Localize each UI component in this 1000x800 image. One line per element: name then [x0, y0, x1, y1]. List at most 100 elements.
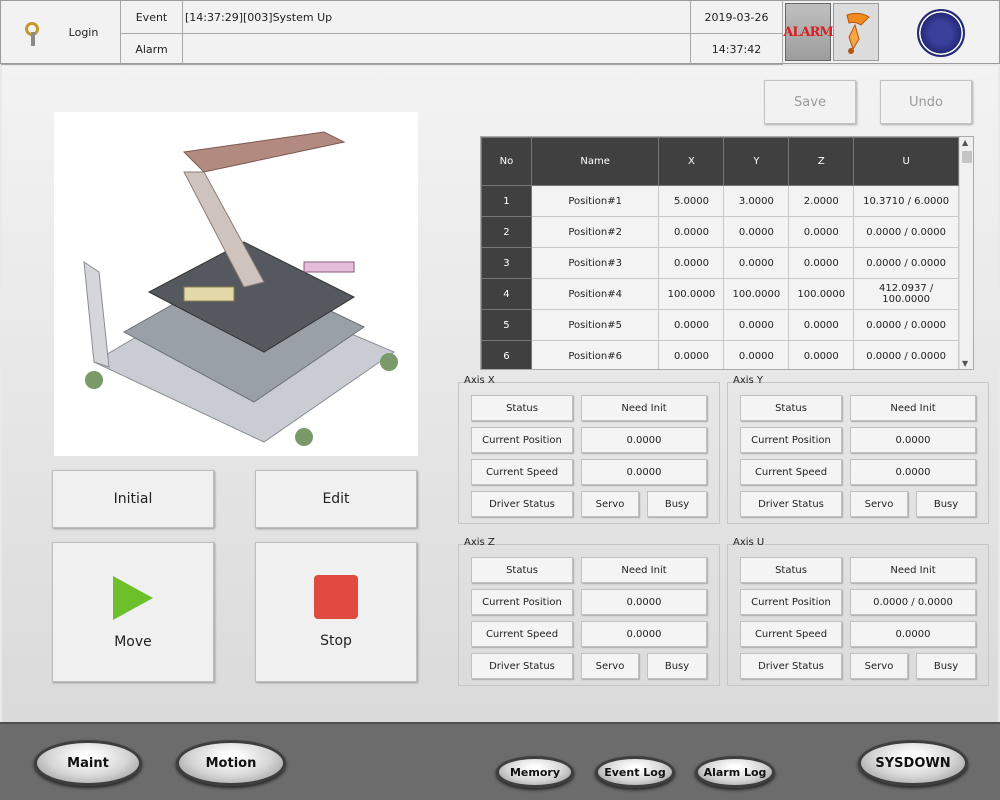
cell-no: 3 [481, 247, 532, 279]
axis-z-position-label: Current Position [471, 589, 573, 615]
cell-x: 0.0000 [658, 216, 725, 248]
alarm-message [183, 34, 691, 65]
cell-no: 1 [481, 185, 532, 217]
cell-no: 2 [481, 216, 532, 248]
axis-u-busy-indicator: Busy [916, 653, 976, 679]
cell-y: 0.0000 [723, 247, 790, 279]
cell-u: 0.0000 / 0.0000 [853, 216, 959, 248]
scroll-up-icon[interactable]: ▲ [962, 138, 968, 147]
axis-y-panel: Axis Y Status Need Init Current Position… [727, 375, 989, 524]
table-row[interactable]: 1 Position#1 5.0000 3.0000 2.0000 10.3710 / 6… [481, 185, 959, 217]
axis-y-status-label: Status [740, 395, 842, 421]
save-button[interactable]: Save [764, 80, 856, 124]
scroll-thumb[interactable] [962, 151, 972, 163]
undo-button[interactable]: Undo [880, 80, 972, 124]
axis-x-status-label: Status [471, 395, 573, 421]
alarm-log-button[interactable]: Alarm Log [695, 756, 775, 788]
event-log-button[interactable]: Event Log [595, 756, 675, 788]
axis-y-title: Axis Y [733, 375, 764, 386]
axis-z-driver-label: Driver Status [471, 653, 573, 679]
cell-u: 0.0000 / 0.0000 [853, 309, 959, 341]
play-icon [113, 576, 153, 620]
header-name: Name [530, 137, 660, 186]
cell-no: 4 [481, 278, 532, 310]
table-header-row: No Name X Y Z U [481, 137, 959, 186]
cell-z: 0.0000 [788, 247, 855, 279]
cell-y: 0.0000 [723, 216, 790, 248]
axis-z-position-value: 0.0000 [581, 589, 707, 615]
table-row[interactable]: 4 Position#4 100.0000 100.0000 100.0000 412.0… [481, 278, 959, 310]
maint-button[interactable]: Maint [34, 740, 142, 786]
date-display: 2019-03-26 [691, 1, 783, 34]
cell-name: Position#1 [530, 185, 660, 217]
cell-y: 0.0000 [723, 340, 790, 369]
cell-z: 2.0000 [788, 185, 855, 217]
alarm-label: Alarm [121, 34, 183, 65]
institute-logo [917, 9, 965, 57]
axis-z-title: Axis Z [464, 537, 495, 548]
motion-button[interactable]: Motion [176, 740, 286, 786]
key-icon [23, 20, 49, 46]
cell-x: 0.0000 [658, 340, 725, 369]
axis-x-speed-label: Current Speed [471, 459, 573, 485]
alarm-icon: ALARM [783, 24, 834, 40]
table-row[interactable]: 6 Position#6 0.0000 0.0000 0.0000 0.0000 / 0.… [481, 340, 959, 369]
login-button[interactable]: Login [1, 1, 121, 65]
axis-u-status-value: Need Init [850, 557, 976, 583]
cell-u: 10.3710 / 6.0000 [853, 185, 959, 217]
initial-label: Initial [113, 491, 153, 507]
table-row[interactable]: 2 Position#2 0.0000 0.0000 0.0000 0.0000 / 0.… [481, 216, 959, 248]
axis-y-speed-value: 0.0000 [850, 459, 976, 485]
table-row[interactable]: 3 Position#3 0.0000 0.0000 0.0000 0.0000 / 0.… [481, 247, 959, 279]
cell-name: Position#5 [530, 309, 660, 341]
scroll-down-icon[interactable]: ▼ [962, 359, 968, 368]
axis-z-status-label: Status [471, 557, 573, 583]
stop-button[interactable]: Stop [255, 542, 417, 682]
alarm-button[interactable]: ALARM [783, 3, 834, 61]
memory-button[interactable]: Memory [496, 756, 574, 788]
footer-bar: Maint Motion Memory Event Log Alarm Log … [0, 722, 1000, 800]
move-button[interactable]: Move [52, 542, 214, 682]
axis-u-speed-label: Current Speed [740, 621, 842, 647]
sysdown-button[interactable]: SYSDOWN [858, 740, 968, 786]
header-u: U [853, 137, 959, 186]
cell-x: 0.0000 [658, 309, 725, 341]
edit-button[interactable]: Edit [255, 470, 417, 528]
stop-icon [314, 575, 358, 619]
cell-z: 0.0000 [788, 216, 855, 248]
cell-z: 100.0000 [788, 278, 855, 310]
axis-x-title: Axis X [464, 375, 495, 386]
axis-u-status-label: Status [740, 557, 842, 583]
axis-x-position-label: Current Position [471, 427, 573, 453]
move-label: Move [114, 634, 152, 650]
initial-button[interactable]: Initial [52, 470, 214, 528]
axis-x-busy-indicator: Busy [647, 491, 707, 517]
axis-u-servo-indicator: Servo [850, 653, 908, 679]
axis-u-title: Axis U [733, 537, 765, 548]
cell-u: 412.0937 / 100.0000 [853, 278, 959, 310]
event-message: [14:37:29][003]System Up [183, 1, 691, 34]
cell-x: 5.0000 [658, 185, 725, 217]
axis-u-speed-value: 0.0000 [850, 621, 976, 647]
table-scrollbar[interactable]: ▲ ▼ [959, 137, 973, 369]
cell-y: 0.0000 [723, 309, 790, 341]
table-row[interactable]: 5 Position#5 0.0000 0.0000 0.0000 0.0000 / 0.… [481, 309, 959, 341]
header-z: Z [788, 137, 855, 186]
axis-x-panel: Axis X Status Need Init Current Position… [458, 375, 720, 524]
axis-x-speed-value: 0.0000 [581, 459, 707, 485]
header-x: X [658, 137, 725, 186]
axis-x-status-value: Need Init [581, 395, 707, 421]
cell-x: 0.0000 [658, 247, 725, 279]
cell-no: 6 [481, 340, 532, 369]
logo-area [881, 1, 1000, 65]
axis-y-speed-label: Current Speed [740, 459, 842, 485]
edit-label: Edit [322, 491, 350, 507]
axis-z-servo-indicator: Servo [581, 653, 639, 679]
axis-y-position-label: Current Position [740, 427, 842, 453]
axis-u-position-label: Current Position [740, 589, 842, 615]
machine-image [54, 112, 418, 456]
cell-y: 100.0000 [723, 278, 790, 310]
horn-button[interactable] [833, 3, 879, 61]
axis-x-servo-indicator: Servo [581, 491, 639, 517]
cell-name: Position#6 [530, 340, 660, 369]
